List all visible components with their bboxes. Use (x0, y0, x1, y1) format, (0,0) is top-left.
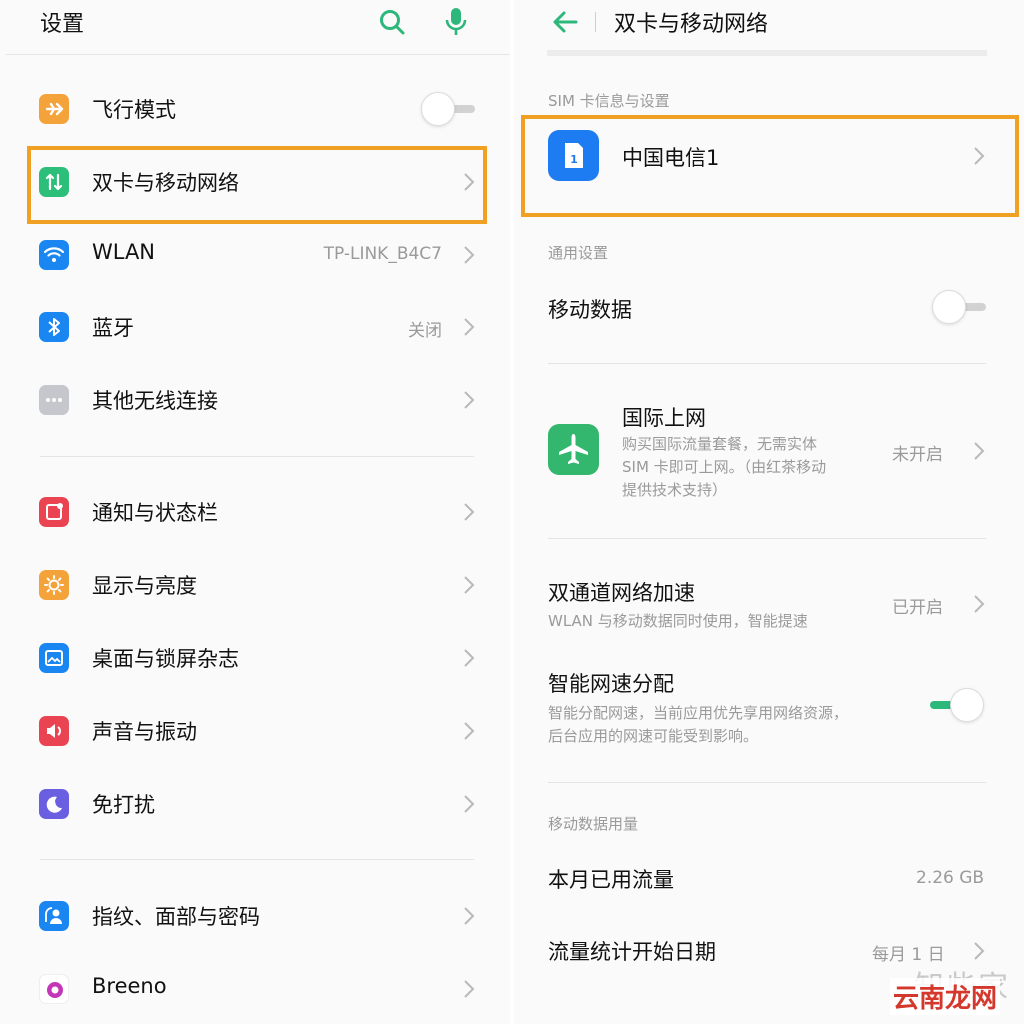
chevron-right-icon (974, 442, 985, 460)
dual-sim-screen: 双卡与移动网络 SIM 卡信息与设置 1 中国电信1 通用设置 移动数据 国际上… (514, 0, 1024, 1024)
wifi-icon (39, 240, 69, 270)
chevron-right-icon (464, 503, 475, 521)
chevron-right-icon (464, 391, 475, 409)
smart-speed-toggle[interactable] (930, 688, 984, 722)
chevron-right-icon (974, 595, 985, 613)
back-arrow-icon[interactable] (550, 8, 580, 36)
international-roaming-row[interactable]: 国际上网 购买国际流量套餐，无需实体 SIM 卡即可上网。（由红茶移动 提供技术… (514, 390, 1024, 510)
setting-wlan[interactable]: WLAN TP-LINK_B4C7 (0, 225, 510, 285)
airplane-mode-toggle[interactable] (421, 92, 475, 126)
page-title: 双卡与移动网络 (614, 12, 769, 37)
intl-desc-line-2: SIM 卡即可上网。（由红茶移动 (622, 458, 827, 476)
fingerprint-icon (39, 901, 69, 931)
section-header-sim: SIM 卡信息与设置 (548, 92, 670, 110)
dual-channel-desc: WLAN 与移动数据同时使用，智能提速 (548, 612, 808, 630)
smart-speed-desc-line-1: 智能分配网速，当前应用优先享用网络资源， (548, 704, 849, 722)
intl-desc-line-1: 购买国际流量套餐，无需实体 (622, 435, 818, 453)
dual-channel-title: 双通道网络加速 (548, 581, 695, 605)
intl-status: 未开启 (892, 445, 943, 465)
settings-header: 设置 (0, 0, 510, 52)
dual-channel-status: 已开启 (892, 598, 943, 618)
chevron-right-icon (464, 980, 475, 998)
section-header-usage: 移动数据用量 (548, 815, 639, 833)
setting-value: TP-LINK_B4C7 (323, 244, 442, 264)
chevron-right-icon (974, 942, 985, 960)
setting-breeno[interactable]: Breeno (0, 959, 510, 1019)
setting-bluetooth[interactable]: 蓝牙 关闭 (0, 297, 510, 357)
dual-channel-row[interactable]: 双通道网络加速 WLAN 与移动数据同时使用，智能提速 已开启 (514, 570, 1024, 638)
month-usage-row[interactable]: 本月已用流量 2.26 GB (514, 850, 1024, 906)
group-divider (40, 456, 474, 457)
brightness-icon (39, 570, 69, 600)
moon-icon (39, 789, 69, 819)
setting-notifications[interactable]: 通知与状态栏 (0, 482, 510, 542)
setting-other-wireless[interactable]: 其他无线连接 (0, 370, 510, 430)
setting-label: 声音与振动 (92, 720, 197, 744)
mobile-data-toggle[interactable] (932, 290, 986, 324)
smart-speed-desc-line-2: 后台应用的网速可能受到影响。 (548, 727, 759, 745)
setting-label: 免打扰 (92, 793, 155, 817)
setting-label: WLAN (92, 240, 156, 264)
airplane-icon (548, 424, 599, 475)
month-usage-title: 本月已用流量 (548, 868, 674, 892)
header-separator (595, 12, 596, 32)
setting-label: 飞行模式 (92, 98, 176, 122)
notification-icon (39, 497, 69, 527)
setting-display[interactable]: 显示与亮度 (0, 555, 510, 615)
chevron-right-icon (464, 576, 475, 594)
chevron-right-icon (464, 649, 475, 667)
smart-speed-title: 智能网速分配 (548, 672, 674, 696)
section-header-general: 通用设置 (548, 244, 609, 262)
highlight-box (521, 115, 1019, 217)
wallpaper-icon (39, 643, 69, 673)
mobile-data-row[interactable]: 移动数据 (514, 280, 1024, 336)
setting-label: 桌面与锁屏杂志 (92, 647, 239, 671)
setting-label: 蓝牙 (92, 316, 134, 340)
mobile-data-label: 移动数据 (548, 298, 632, 322)
intl-desc-line-3: 提供技术支持） (622, 481, 728, 499)
month-usage-value: 2.26 GB (916, 868, 985, 888)
breeno-icon (39, 974, 69, 1004)
search-icon[interactable] (378, 8, 406, 36)
settings-screen: 设置 飞行模式 双卡与移动网络 WLAN TP-LINK_B4C7 蓝牙 关闭 … (0, 0, 510, 1024)
group-divider (40, 859, 474, 860)
intl-title: 国际上网 (622, 406, 706, 430)
chevron-right-icon (464, 795, 475, 813)
setting-label: Breeno (92, 974, 167, 998)
page-title: 设置 (40, 12, 85, 37)
chevron-right-icon (464, 907, 475, 925)
highlight-box (27, 146, 487, 224)
setting-fingerprint[interactable]: 指纹、面部与密码 (0, 886, 510, 946)
setting-value: 关闭 (408, 321, 442, 341)
setting-sound[interactable]: 声音与振动 (0, 701, 510, 761)
setting-do-not-disturb[interactable]: 免打扰 (0, 774, 510, 834)
header-divider (6, 54, 510, 55)
row-divider (548, 538, 986, 539)
setting-label: 指纹、面部与密码 (92, 905, 260, 929)
sound-icon (39, 716, 69, 746)
chevron-right-icon (464, 318, 475, 336)
more-dots-icon (39, 385, 69, 415)
setting-airplane-mode[interactable]: 飞行模式 (0, 79, 510, 139)
setting-label: 通知与状态栏 (92, 501, 218, 525)
start-date-title: 流量统计开始日期 (548, 940, 716, 964)
smart-speed-row[interactable]: 智能网速分配 智能分配网速，当前应用优先享用网络资源， 后台应用的网速可能受到影… (514, 664, 1024, 754)
row-divider (548, 782, 986, 783)
setting-wallpaper[interactable]: 桌面与锁屏杂志 (0, 628, 510, 688)
microphone-icon[interactable] (443, 6, 469, 38)
airplane-icon (39, 94, 69, 124)
bluetooth-icon (39, 312, 69, 342)
chevron-right-icon (464, 722, 475, 740)
watermark-logo-text: 云南龙网 (890, 978, 1001, 1015)
setting-label: 其他无线连接 (92, 389, 218, 413)
row-divider (548, 363, 986, 364)
header-divider (547, 50, 987, 56)
chevron-right-icon (464, 246, 475, 264)
setting-label: 显示与亮度 (92, 574, 197, 598)
